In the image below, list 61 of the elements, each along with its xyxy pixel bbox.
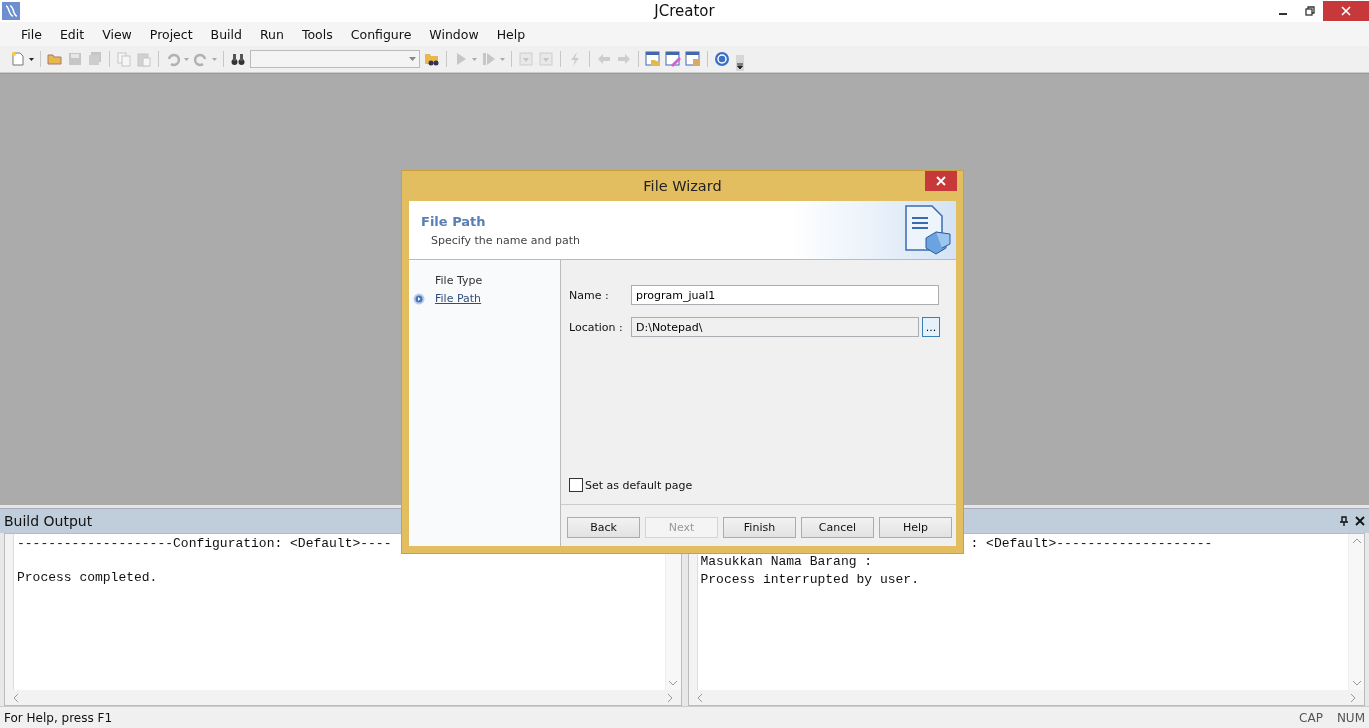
scroll-right-icon[interactable] — [667, 693, 673, 702]
folder-binoculars-icon[interactable] — [424, 51, 440, 67]
status-indicator: NUM — [1336, 710, 1365, 725]
wizard-heading: File Path — [421, 213, 487, 229]
scroll-down-icon[interactable] — [669, 681, 677, 686]
horizontal-scrollbar[interactable] — [5, 690, 681, 705]
dialog-button[interactable]: Finish — [723, 517, 796, 538]
output-line: --------------------Configuration: <Default>---- — [17, 536, 392, 551]
open-folder-icon[interactable] — [47, 51, 63, 67]
panel-title: Build Output — [4, 513, 93, 529]
wizard-step[interactable]: File Path — [435, 292, 482, 305]
dialog-button[interactable]: Back — [567, 517, 640, 538]
status-indicator: CAP — [1299, 710, 1323, 725]
dialog-title: File Wizard — [643, 178, 722, 194]
menu-item[interactable]: Build — [201, 26, 251, 42]
wizard-step[interactable]: File Type — [435, 274, 483, 287]
menu-item[interactable]: Tools — [292, 26, 342, 42]
menu-item[interactable]: Configure — [341, 26, 421, 42]
window-pencil-icon[interactable] — [665, 51, 681, 67]
menu-item[interactable]: View — [93, 26, 141, 42]
horizontal-scrollbar[interactable] — [688, 690, 1364, 705]
checkbox-label[interactable]: Set as default page — [585, 478, 693, 492]
status-text: For Help, press F1 — [4, 710, 113, 725]
menu-item[interactable]: Window — [420, 26, 488, 42]
field-label: Name : — [569, 288, 610, 302]
field-label: Location : — [569, 320, 624, 334]
scroll-right-icon[interactable] — [1351, 693, 1356, 702]
window-title: JCreator — [654, 2, 715, 20]
toolbar-overflow-icon[interactable] — [736, 55, 744, 71]
close-button[interactable] — [925, 171, 957, 191]
menu-item[interactable]: Edit — [50, 26, 94, 42]
window-folder-icon[interactable] — [645, 51, 661, 67]
checkbox[interactable] — [569, 478, 583, 492]
close-button[interactable] — [1323, 1, 1369, 21]
close-icon[interactable] — [1355, 516, 1365, 526]
menu-item[interactable]: Run — [251, 26, 293, 42]
output-line: Process interrupted by user. — [700, 572, 919, 587]
vertical-scrollbar[interactable] — [1348, 534, 1364, 690]
scroll-up-icon[interactable] — [1352, 538, 1361, 543]
name-field[interactable]: program_jual1 — [631, 285, 939, 305]
scroll-left-icon[interactable] — [696, 693, 702, 702]
menu-item[interactable]: Project — [140, 26, 202, 42]
binoculars-icon[interactable] — [230, 51, 246, 67]
location-field[interactable]: D:\Notepad\ — [631, 317, 919, 337]
scroll-left-icon[interactable] — [13, 693, 18, 702]
document-cubes-icon — [904, 204, 952, 256]
help-icon[interactable] — [714, 51, 730, 67]
output-line: : <Default>-------------------- — [970, 536, 1213, 551]
scroll-down-icon[interactable] — [1352, 681, 1361, 686]
dialog-button[interactable]: Cancel — [801, 517, 874, 538]
dialog-button[interactable]: Help — [879, 517, 952, 538]
menu-item[interactable]: File — [12, 26, 51, 42]
dropdown-arrow-icon[interactable] — [29, 57, 34, 61]
browse-button[interactable]: ... — [922, 317, 940, 337]
wizard-subheading: Specify the name and path — [430, 233, 580, 247]
output-line: Process completed. — [17, 570, 158, 585]
pin-icon[interactable] — [1339, 516, 1349, 526]
restore-icon[interactable] — [1304, 6, 1315, 16]
window-box-icon[interactable] — [685, 51, 701, 67]
menu-item[interactable]: Help — [487, 26, 535, 42]
output-line: Masukkan Nama Barang : — [700, 554, 873, 569]
